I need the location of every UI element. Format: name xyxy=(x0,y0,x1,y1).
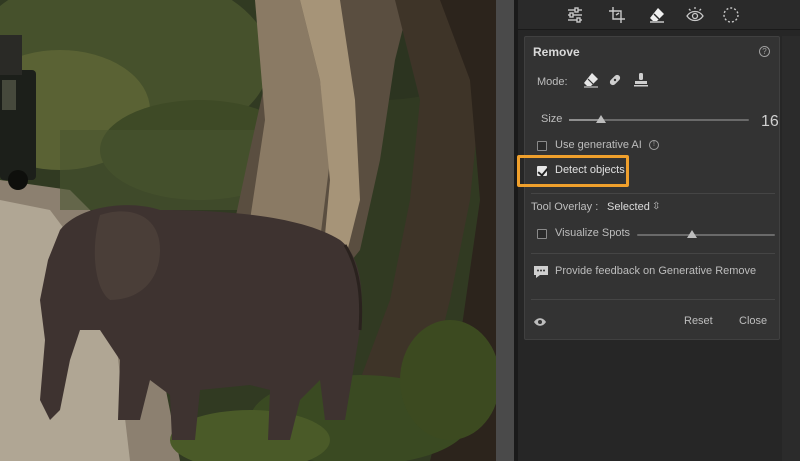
panel-title: Remove xyxy=(533,45,580,59)
photo-image xyxy=(0,0,496,461)
bandage-icon[interactable] xyxy=(607,72,625,90)
generative-ai-label[interactable]: Use generative AI xyxy=(555,139,642,151)
mask-icon[interactable] xyxy=(720,4,742,26)
tool-strip xyxy=(518,0,800,30)
eye-icon[interactable] xyxy=(533,316,547,328)
reset-button[interactable]: Reset xyxy=(684,315,713,327)
panel-scrollbar[interactable] xyxy=(782,36,800,461)
redeye-icon[interactable] xyxy=(684,4,706,26)
eraser-mode-icon[interactable] xyxy=(583,72,601,90)
info-icon[interactable]: ! xyxy=(649,140,659,150)
size-slider-thumb[interactable] xyxy=(596,115,607,123)
close-button[interactable]: Close xyxy=(739,315,767,327)
remove-card: Remove ? Mode: Size 16 Use generative AI… xyxy=(517,36,780,340)
visualize-spots-checkbox[interactable] xyxy=(537,229,547,239)
crop-icon[interactable] xyxy=(606,4,628,26)
updown-caret-icon[interactable]: ⇳ xyxy=(652,201,800,212)
chat-bubble-icon[interactable] xyxy=(533,265,549,279)
feedback-link[interactable]: Provide feedback on Generative Remove xyxy=(555,265,800,277)
help-icon[interactable]: ? xyxy=(759,46,770,57)
size-value[interactable]: 16 xyxy=(761,113,779,131)
visualize-slider[interactable] xyxy=(637,230,775,238)
stamp-icon[interactable] xyxy=(633,72,651,90)
visualize-slider-thumb[interactable] xyxy=(687,230,698,238)
mode-label: Mode: xyxy=(537,76,568,88)
separator xyxy=(531,253,775,254)
detect-objects-checkbox[interactable] xyxy=(537,166,547,176)
detect-objects-label[interactable]: Detect objects xyxy=(555,164,625,176)
generative-ai-checkbox[interactable] xyxy=(537,141,547,151)
size-slider[interactable] xyxy=(569,115,749,123)
edit-panel: Remove ? Mode: Size 16 Use generative AI… xyxy=(517,0,800,461)
photo-canvas[interactable] xyxy=(0,0,496,461)
visualize-spots-label[interactable]: Visualize Spots xyxy=(555,227,630,239)
separator xyxy=(531,299,775,300)
panel-divider[interactable] xyxy=(496,0,514,461)
separator xyxy=(531,193,775,194)
eraser-icon[interactable] xyxy=(646,4,668,26)
sliders-icon[interactable] xyxy=(564,4,586,26)
